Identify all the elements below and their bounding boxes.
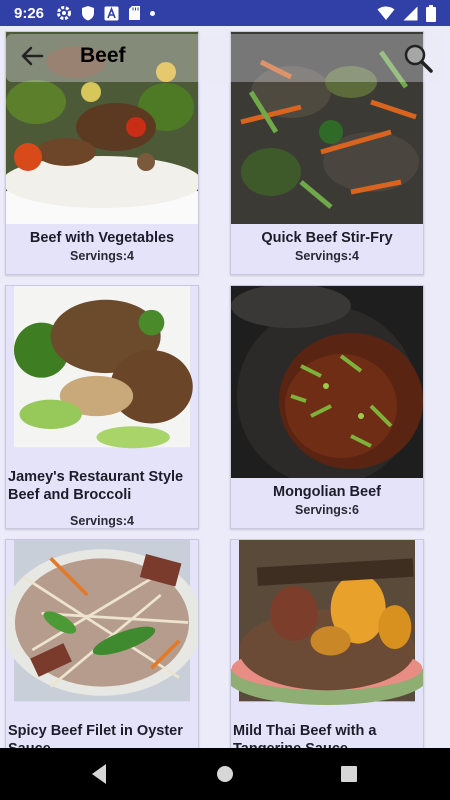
recipe-title: Jamey's Restaurant Style Beef and Brocco…	[8, 469, 184, 503]
wifi-icon	[377, 6, 395, 20]
recipe-card[interactable]: Jamey's Restaurant Style Beef and Brocco…	[5, 285, 199, 529]
arrow-left-icon[interactable]	[18, 42, 46, 70]
recipe-title: Spicy Beef Filet in Oyster Sauce	[8, 723, 183, 748]
recipe-title: Quick Beef Stir-Fry	[261, 230, 393, 246]
sd-card-icon	[129, 6, 141, 20]
battery-icon	[426, 4, 436, 22]
recents-nav-icon[interactable]	[333, 758, 365, 790]
recipe-grid[interactable]: Beef with Vegetables Servings:4 Quick Be…	[0, 26, 450, 748]
recipe-servings: Servings:4	[70, 249, 134, 263]
recipe-servings: Servings:6	[295, 503, 359, 517]
gear-icon	[57, 6, 72, 20]
recipe-card[interactable]: Spicy Beef Filet in Oyster Sauce	[5, 539, 199, 748]
search-icon[interactable]	[400, 40, 436, 76]
recipe-photo	[231, 540, 423, 705]
font-a-icon	[104, 6, 119, 20]
signal-icon	[403, 6, 418, 20]
recipe-photo	[14, 286, 193, 449]
recipe-card[interactable]: Mild Thai Beef with a Tangerine Sauce	[230, 539, 424, 748]
app-bar	[6, 34, 444, 82]
recipe-title: Mild Thai Beef with a Tangerine Sauce	[233, 723, 377, 748]
recipe-servings: Servings:4	[70, 514, 134, 528]
home-nav-icon[interactable]	[209, 758, 241, 790]
back-nav-icon[interactable]	[84, 758, 116, 790]
status-time: 9:26	[14, 4, 45, 22]
shield-icon	[82, 6, 95, 21]
notification-dot-icon	[150, 10, 156, 16]
recipe-photo	[6, 540, 198, 702]
recipe-servings: Servings:4	[295, 249, 359, 263]
recipe-card[interactable]: Mongolian Beef Servings:6	[230, 285, 424, 529]
status-bar: 9:26	[0, 0, 450, 26]
page-title: Beef	[80, 44, 126, 67]
recipe-photo	[231, 286, 423, 478]
recipe-title: Beef with Vegetables	[29, 230, 175, 246]
navigation-bar	[0, 748, 450, 800]
recipe-title: Mongolian Beef	[273, 484, 381, 500]
